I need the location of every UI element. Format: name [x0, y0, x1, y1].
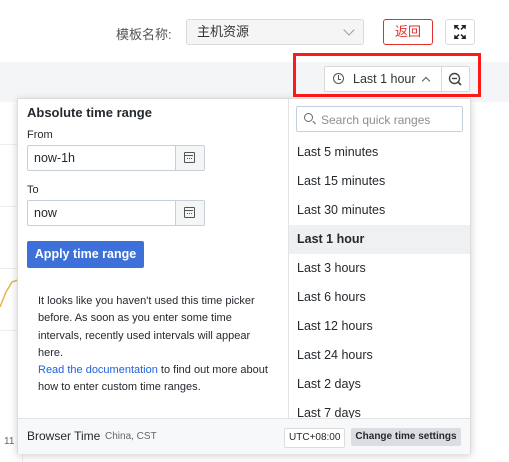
absolute-range-title: Absolute time range [27, 105, 152, 120]
fullscreen-icon [454, 25, 466, 39]
template-select[interactable]: 主机资源 [186, 19, 364, 45]
quick-range-item[interactable]: Last 6 hours [289, 283, 470, 312]
time-range-button[interactable]: Last 1 hour [324, 66, 442, 92]
time-range-label: Last 1 hour [353, 72, 416, 86]
apply-time-range-button[interactable]: Apply time range [27, 241, 144, 268]
clock-icon [333, 73, 344, 84]
quick-range-item[interactable]: Last 2 days [289, 370, 470, 399]
calendar-icon [184, 152, 195, 163]
search-icon [304, 113, 313, 122]
timezone-label: China, CST [105, 431, 157, 442]
from-label: From [27, 129, 53, 141]
quick-range-item[interactable]: Last 1 hour [289, 225, 470, 254]
to-field [27, 200, 205, 226]
quick-range-list: Last 5 minutes Last 15 minutes Last 30 min… [289, 138, 470, 418]
utc-offset-badge: UTC+08:00 [284, 428, 346, 448]
template-label: 模板名称: [116, 27, 172, 42]
documentation-link[interactable]: Read the documentation [38, 364, 158, 376]
empty-recent-info: It looks like you haven't used this time… [38, 293, 268, 397]
to-calendar-button[interactable] [175, 201, 204, 225]
quick-range-item[interactable]: Last 3 hours [289, 254, 470, 283]
absolute-range-panel: Absolute time range From To Apply time r… [18, 99, 288, 418]
fullscreen-button[interactable] [445, 19, 475, 45]
quick-range-item[interactable]: Last 5 minutes [289, 138, 470, 167]
zoom-out-icon [448, 72, 462, 86]
browser-time-label: Browser Time [27, 429, 101, 443]
zoom-out-button[interactable] [441, 66, 470, 92]
from-field [27, 145, 205, 171]
from-calendar-button[interactable] [175, 146, 204, 170]
quick-range-search [296, 106, 463, 133]
quick-range-item[interactable]: Last 7 days [289, 399, 470, 418]
to-label: To [27, 184, 39, 196]
chevron-up-icon [421, 76, 431, 86]
quick-range-item[interactable]: Last 30 minutes [289, 196, 470, 225]
time-picker-footer: Browser Time China, CST UTC+08:00 Change… [18, 418, 470, 454]
template-select-value: 主机资源 [197, 24, 250, 39]
calendar-icon [184, 207, 195, 218]
info-text: It looks like you haven't used this time… [38, 295, 255, 359]
back-button[interactable]: 返回 [383, 19, 433, 45]
to-input[interactable] [28, 201, 190, 225]
from-input[interactable] [28, 146, 190, 170]
axis-tick-label: 11 [4, 436, 15, 447]
quick-range-item[interactable]: Last 24 hours [289, 341, 470, 370]
quick-range-item[interactable]: Last 15 minutes [289, 167, 470, 196]
change-time-settings-button[interactable]: Change time settings [351, 428, 461, 446]
quick-ranges-panel: Last 5 minutesLast 15 minutesLast 30 min… [289, 99, 470, 418]
quick-range-search-input[interactable] [319, 107, 463, 133]
quick-range-item[interactable]: Last 12 hours [289, 312, 470, 341]
time-picker-dropdown: Absolute time range From To Apply time r… [17, 98, 471, 454]
chevron-down-icon [343, 24, 355, 36]
